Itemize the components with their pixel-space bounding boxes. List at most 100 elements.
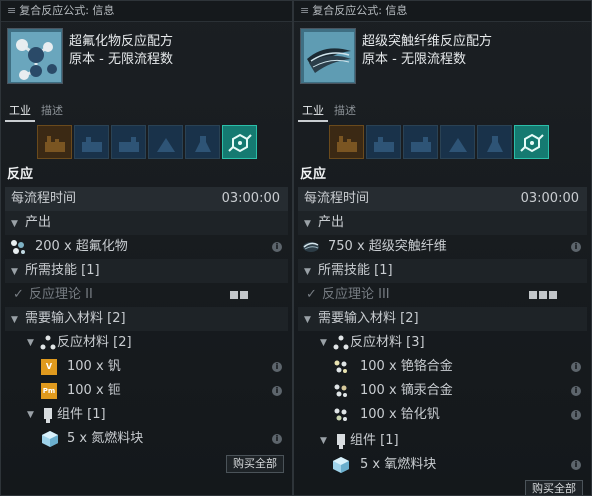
collapse-arrow-icon[interactable]: ▼ [5,308,25,332]
output-header[interactable]: ▼ 产出 [5,211,288,235]
output-item-row[interactable]: 200 x 超氟化物 i [5,235,288,259]
component-text: 5 x 氧燃料块 [360,457,437,472]
reaction-info-window-left: ≡ 复合反应公式: 信息 超氟化物反应配方 原本 - 无限流程数 工业 描述 反应… [0,0,293,496]
menu-icon[interactable]: ≡ [7,4,16,17]
skill-row[interactable]: ✓ 反应理论 III [298,283,587,307]
material-row[interactable]: V 100 x 钒 i [5,355,288,379]
info-icon[interactable]: i [571,242,581,252]
promethium-icon: Pm [41,383,57,399]
menu-icon[interactable]: ≡ [300,4,309,17]
activity-manufacturing-icon[interactable] [37,125,72,159]
skills-header[interactable]: ▼ 所需技能 [1] [298,259,587,283]
output-header[interactable]: ▼ 产出 [298,211,587,235]
section-title: 反应 [7,167,34,182]
collapse-arrow-icon[interactable]: ▼ [5,260,25,284]
info-icon[interactable]: i [571,410,581,420]
info-icon[interactable]: i [272,242,282,252]
skill-name: 反应理论 II [29,287,93,302]
output-item-row[interactable]: 750 x 超级突触纤维 i [298,235,587,259]
skill-row[interactable]: ✓ 反应理论 II [5,283,288,307]
collapse-arrow-icon[interactable]: ▼ [298,308,318,332]
item-subtitle: 原本 - 无限流程数 [362,52,466,67]
info-icon[interactable]: i [571,386,581,396]
check-icon: ✓ [306,287,317,302]
window-titlebar[interactable]: ≡ 复合反应公式: 信息 [1,1,292,22]
materials-header[interactable]: ▼ 需要输入材料 [2] [5,307,288,331]
activity-reaction-icon[interactable] [514,125,549,159]
reaction-materials-icon [333,335,349,350]
blueprint-icon[interactable] [300,28,356,84]
tab-description[interactable]: 描述 [37,102,67,122]
tab-description[interactable]: 描述 [330,102,360,122]
material-text: 100 x 钷 [67,383,121,398]
activity-invention-icon[interactable] [440,125,475,159]
component-row[interactable]: 5 x 氮燃料块 i [5,427,288,451]
skills-label: 所需技能 [1] [25,263,100,278]
activity-research-icon[interactable] [74,125,109,159]
item-subtitle: 原本 - 无限流程数 [69,52,173,67]
tab-bar: 工业 描述 [1,98,292,122]
activity-manufacturing-icon[interactable] [329,125,364,159]
time-value: 03:00:00 [221,191,280,206]
reaction-materials-header[interactable]: ▼ 反应材料 [3] [298,331,587,355]
buy-all-button[interactable]: 购买全部 [226,455,284,473]
info-icon[interactable]: i [272,434,282,444]
time-label: 每流程时间 [304,191,370,206]
activity-copy-icon[interactable] [403,125,438,159]
activity-lab-icon[interactable] [477,125,512,159]
skills-header[interactable]: ▼ 所需技能 [1] [5,259,288,283]
materials-header[interactable]: ▼ 需要输入材料 [2] [298,307,587,331]
blueprint-icon[interactable] [7,28,63,84]
components-header[interactable]: ▼ 组件 [1] [298,429,587,453]
output-label: 产出 [318,215,345,230]
reaction-info-window-right: ≡ 复合反应公式: 信息 超级突触纤维反应配方 原本 - 无限流程数 工业 描述 … [293,0,592,496]
collapse-arrow-icon[interactable]: ▼ [298,260,318,284]
activity-research-icon[interactable] [366,125,401,159]
fuel-block-icon [333,457,349,473]
activity-reaction-icon[interactable] [222,125,257,159]
tab-bar: 工业 描述 [294,98,591,122]
material-text: 100 x 钒 [67,359,121,374]
tab-industry[interactable]: 工业 [5,102,35,122]
component-text: 5 x 氮燃料块 [67,431,144,446]
superfluoride-icon [11,240,25,254]
material-row[interactable]: 100 x 镝汞合金 i [298,379,587,403]
item-name: 超级突触纤维反应配方 [362,34,493,49]
materials-label: 需要输入材料 [2] [25,311,126,326]
item-name: 超氟化物反应配方 [69,34,174,49]
time-label: 每流程时间 [11,191,77,206]
activity-invention-icon[interactable] [148,125,183,159]
output-label: 产出 [25,215,52,230]
reaction-materials-header[interactable]: ▼ 反应材料 [2] [5,331,288,355]
activity-copy-icon[interactable] [111,125,146,159]
item-header: 超氟化物反应配方 原本 - 无限流程数 [1,22,292,98]
reaction-materials-icon [40,335,56,350]
time-per-run-row: 每流程时间 03:00:00 [298,187,587,211]
buy-all-button[interactable]: 购买全部 [525,480,583,495]
info-icon[interactable]: i [272,386,282,396]
collapse-arrow-icon[interactable]: ▼ [5,212,25,236]
material-row[interactable]: 100 x 铪化钒 i [298,403,587,427]
collapse-arrow-icon[interactable]: ▼ [298,212,318,236]
component-icon [44,408,52,423]
caesarium-cadmide-icon [334,360,347,373]
fuel-block-icon [42,431,58,447]
reaction-materials-label: 反应材料 [3] [350,335,425,350]
components-header[interactable]: ▼ 组件 [1] [5,403,288,427]
material-row[interactable]: 100 x 铯铬合金 i [298,355,587,379]
window-titlebar[interactable]: ≡ 复合反应公式: 信息 [294,1,591,22]
info-icon[interactable]: i [272,362,282,372]
tab-industry[interactable]: 工业 [298,102,328,122]
components-label: 组件 [1] [57,407,106,422]
material-row[interactable]: Pm 100 x 钷 i [5,379,288,403]
info-icon[interactable]: i [571,362,581,372]
skill-level-indicator [228,283,248,307]
hypersynaptic-fiber-icon [303,242,319,252]
skill-level-indicator [527,283,557,307]
vanadium-icon: V [41,359,57,375]
dysporite-icon [334,384,347,397]
info-icon[interactable]: i [571,460,581,470]
activity-lab-icon[interactable] [185,125,220,159]
component-row[interactable]: 5 x 氧燃料块 i [298,453,587,477]
check-icon: ✓ [13,287,24,302]
